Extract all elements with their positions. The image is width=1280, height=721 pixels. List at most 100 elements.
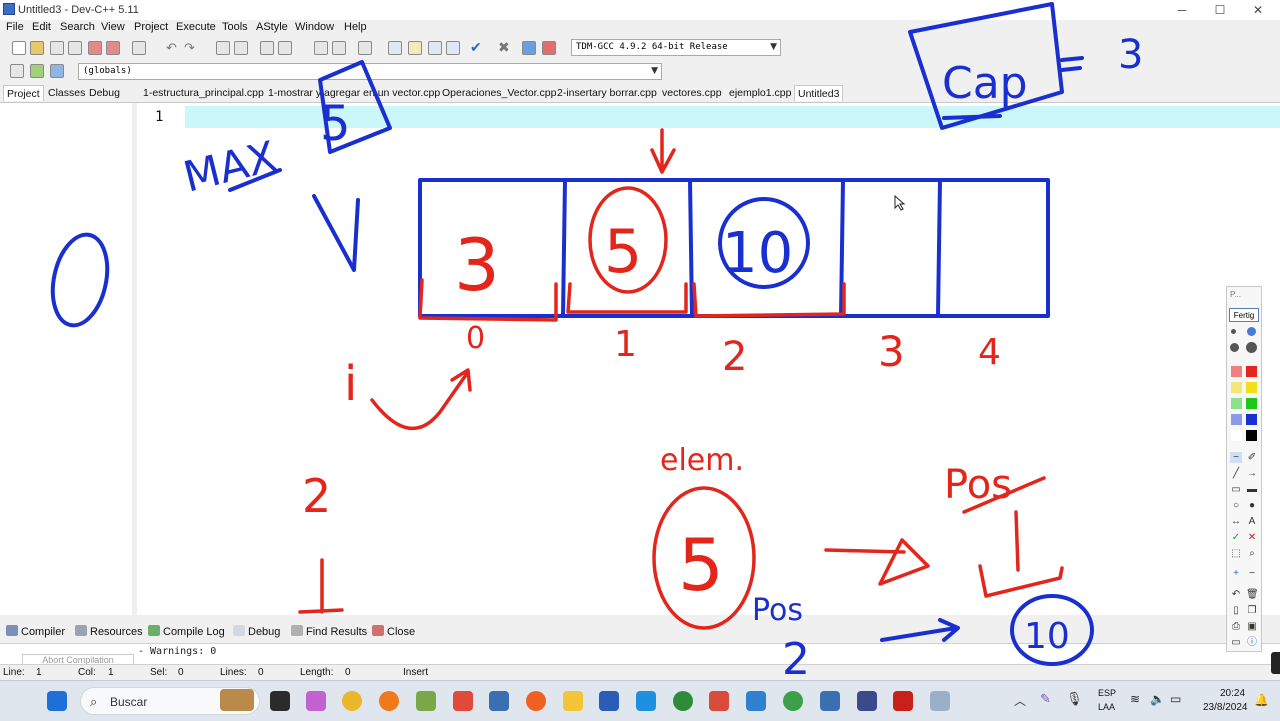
text-tool-icon[interactable]: A bbox=[1246, 516, 1258, 527]
tab-project[interactable]: Project bbox=[3, 85, 44, 101]
done-button[interactable]: Fertig bbox=[1229, 308, 1259, 322]
file-tab-untitled3[interactable]: Untitled3 bbox=[794, 85, 844, 101]
devcpp-icon[interactable] bbox=[857, 691, 877, 711]
menu-project[interactable]: Project bbox=[134, 21, 168, 33]
check-icon[interactable]: ✓ bbox=[1230, 532, 1242, 543]
wifi-icon[interactable]: ≋ bbox=[1130, 692, 1140, 706]
app-orange-icon[interactable] bbox=[379, 691, 399, 711]
clock-time[interactable]: 20:24 bbox=[1220, 688, 1245, 699]
menu-tools[interactable]: Tools bbox=[222, 21, 248, 33]
new-project-icon[interactable] bbox=[388, 41, 402, 55]
color-green-icon[interactable] bbox=[1246, 398, 1257, 409]
zoom-icon[interactable]: ⌕ bbox=[1246, 548, 1258, 559]
save-all-icon[interactable] bbox=[68, 41, 82, 55]
pen-size-medium-icon[interactable] bbox=[1247, 327, 1256, 336]
replace-icon[interactable] bbox=[234, 41, 248, 55]
undo-icon[interactable]: ↶ bbox=[166, 40, 177, 56]
tab-compile-log[interactable]: Compile Log bbox=[148, 625, 225, 638]
menu-astyle[interactable]: AStyle bbox=[256, 21, 288, 33]
find-icon[interactable] bbox=[216, 41, 230, 55]
chrome-alt-icon[interactable] bbox=[783, 691, 803, 711]
indent-icon[interactable] bbox=[314, 41, 328, 55]
redo-icon[interactable]: ↷ bbox=[184, 40, 195, 56]
save-icon[interactable] bbox=[50, 41, 64, 55]
mysql-icon[interactable] bbox=[820, 691, 840, 711]
pen-size-xlarge-icon[interactable] bbox=[1246, 342, 1257, 353]
menu-file[interactable]: File bbox=[6, 21, 24, 33]
close-button[interactable]: ✕ bbox=[1238, 0, 1278, 20]
print-icon[interactable] bbox=[132, 41, 146, 55]
tab-find-results[interactable]: Find Results bbox=[291, 625, 367, 638]
task-view-icon[interactable] bbox=[270, 691, 290, 711]
class-browser-icon[interactable] bbox=[50, 64, 64, 78]
select-icon[interactable]: ⬚ bbox=[1230, 548, 1242, 559]
pen-size-large-icon[interactable] bbox=[1230, 343, 1239, 352]
run-icon[interactable] bbox=[446, 41, 460, 55]
tab-debug[interactable]: Debug bbox=[89, 87, 120, 99]
tab-compiler[interactable]: Compiler bbox=[6, 625, 65, 638]
color-white-icon[interactable] bbox=[1231, 430, 1242, 441]
trash-icon[interactable]: 🗑 bbox=[1246, 589, 1259, 600]
menu-search[interactable]: Search bbox=[60, 21, 95, 33]
eraser-icon[interactable]: ✐ bbox=[1246, 452, 1258, 463]
pen-size-small-icon[interactable] bbox=[1231, 329, 1236, 334]
toggle-comment-icon[interactable] bbox=[358, 41, 372, 55]
debug-icon[interactable] bbox=[542, 41, 556, 55]
volume-icon[interactable]: 🔈 bbox=[1150, 692, 1165, 706]
file-tab-mostrar[interactable]: 1-mostrar y agregar en un vector.cpp bbox=[268, 87, 440, 99]
menu-view[interactable]: View bbox=[101, 21, 125, 33]
battery-icon[interactable]: ▭ bbox=[1170, 692, 1181, 706]
cross-icon[interactable]: ✕ bbox=[1246, 532, 1258, 543]
lang-secondary[interactable]: LAA bbox=[1098, 702, 1115, 712]
project-options-icon[interactable] bbox=[408, 41, 422, 55]
rectangle-tool-icon[interactable]: ▭ bbox=[1230, 484, 1242, 495]
menu-execute[interactable]: Execute bbox=[176, 21, 216, 33]
compile-icon[interactable] bbox=[428, 41, 442, 55]
color-light-yellow-icon[interactable] bbox=[1231, 382, 1242, 393]
file-tab-insertar[interactable]: 2-insertary borrar.cpp bbox=[557, 87, 657, 99]
chrome-icon[interactable] bbox=[342, 691, 362, 711]
freehand-pen-icon[interactable]: ~ bbox=[1230, 452, 1242, 463]
menu-edit[interactable]: Edit bbox=[32, 21, 51, 33]
notepad-plus-icon[interactable] bbox=[416, 691, 436, 711]
file-tab-estructura[interactable]: 1-estructura_principal.cpp bbox=[143, 87, 264, 99]
filled-rectangle-icon[interactable]: ▬ bbox=[1246, 484, 1258, 495]
copy-icon[interactable]: ❐ bbox=[1246, 605, 1258, 616]
tab-resources[interactable]: Resources bbox=[75, 625, 143, 638]
postgres-icon[interactable] bbox=[489, 691, 509, 711]
open-file-icon[interactable] bbox=[30, 41, 44, 55]
screen-icon[interactable]: ▭ bbox=[1230, 637, 1242, 648]
double-arrow-icon[interactable]: ↔ bbox=[1230, 516, 1242, 527]
unindent-icon[interactable] bbox=[332, 41, 346, 55]
color-light-blue-icon[interactable] bbox=[1231, 414, 1242, 425]
copilot-icon[interactable] bbox=[306, 691, 326, 711]
line-tool-icon[interactable]: ╱ bbox=[1230, 468, 1242, 479]
side-handle[interactable] bbox=[1271, 652, 1280, 674]
color-light-green-icon[interactable] bbox=[1231, 398, 1242, 409]
file-explorer-icon[interactable] bbox=[563, 691, 583, 711]
pen-icon[interactable]: ✎ bbox=[1040, 691, 1051, 707]
check-syntax-icon[interactable]: ✔ bbox=[470, 39, 482, 56]
scope-select[interactable]: (globals) ▼ bbox=[78, 63, 662, 80]
mic-icon[interactable]: 🎙 bbox=[1066, 691, 1083, 707]
color-blue-icon[interactable] bbox=[1246, 414, 1257, 425]
color-black-icon[interactable] bbox=[1246, 430, 1257, 441]
tray-chevron-icon[interactable]: ︿ bbox=[1014, 692, 1026, 709]
tab-classes[interactable]: Classes bbox=[48, 87, 85, 99]
save-ink-icon[interactable]: ▣ bbox=[1246, 621, 1258, 632]
insert-icon[interactable] bbox=[10, 64, 24, 78]
plus-icon[interactable]: + bbox=[1230, 568, 1242, 579]
app-green-icon[interactable] bbox=[673, 691, 693, 711]
minus-icon[interactable]: − bbox=[1246, 568, 1258, 579]
clock-date[interactable]: 23/8/2024 bbox=[1203, 702, 1248, 713]
stop-icon[interactable]: ✖ bbox=[498, 39, 510, 56]
app-red-icon[interactable] bbox=[709, 691, 729, 711]
info-icon[interactable]: ⓘ bbox=[1246, 637, 1258, 648]
word-icon[interactable] bbox=[599, 691, 619, 711]
color-red-icon[interactable] bbox=[1246, 366, 1257, 377]
file-tab-operaciones[interactable]: Operaciones_Vector.cpp bbox=[442, 87, 556, 99]
ellipse-tool-icon[interactable]: ○ bbox=[1230, 500, 1242, 511]
file-tab-vectores[interactable]: vectores.cpp bbox=[662, 87, 722, 99]
compiler-select[interactable]: TDM-GCC 4.9.2 64-bit Release ▼ bbox=[571, 39, 781, 56]
tab-debug-bottom[interactable]: Debug bbox=[233, 625, 280, 638]
